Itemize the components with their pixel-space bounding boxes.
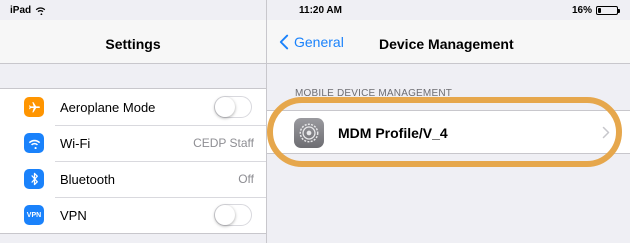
settings-item-label: Aeroplane Mode <box>60 99 156 115</box>
settings-pane: Settings Aeroplane Mode Wi-Fi CEDP Staff <box>0 0 267 243</box>
wifi-icon <box>35 7 46 15</box>
settings-item-label: Bluetooth <box>60 171 115 187</box>
wifi-icon <box>24 133 44 153</box>
battery-nub <box>618 9 620 13</box>
chevron-right-icon <box>602 126 610 139</box>
settings-item-wifi[interactable]: Wi-Fi CEDP Staff <box>0 125 266 161</box>
settings-item-label: VPN <box>60 207 87 223</box>
aeroplane-mode-toggle[interactable] <box>214 96 252 118</box>
detail-header: General Device Management <box>267 20 630 64</box>
mdm-profile-label: MDM Profile/V_4 <box>338 125 448 141</box>
settings-item-vpn[interactable]: VPN VPN <box>0 197 266 233</box>
device-management-pane: General Device Management MOBILE DEVICE … <box>267 0 630 243</box>
battery-level <box>598 8 601 13</box>
settings-item-bluetooth[interactable]: Bluetooth Off <box>0 161 266 197</box>
wifi-network-value: CEDP Staff <box>193 136 254 150</box>
bluetooth-status-value: Off <box>238 172 254 186</box>
settings-item-label: Wi-Fi <box>60 135 91 151</box>
settings-header: Settings <box>0 20 266 64</box>
section-header: MOBILE DEVICE MANAGEMENT <box>295 88 453 99</box>
page-title: Device Management <box>379 36 514 52</box>
settings-title: Settings <box>105 36 161 52</box>
mdm-profile-row[interactable]: MDM Profile/V_4 <box>267 110 630 154</box>
chevron-left-icon <box>279 34 289 50</box>
settings-item-aeroplane-mode[interactable]: Aeroplane Mode <box>0 89 266 125</box>
status-right: 16% <box>571 5 620 16</box>
vpn-toggle[interactable] <box>214 204 252 226</box>
status-bar: iPad 11:20 AM 16% <box>0 0 630 20</box>
vpn-icon: VPN <box>24 205 44 225</box>
settings-list: Aeroplane Mode Wi-Fi CEDP Staff Bluetoot… <box>0 88 266 234</box>
bluetooth-icon <box>24 169 44 189</box>
toggle-knob <box>215 97 235 117</box>
device-label: iPad <box>10 5 32 16</box>
battery-percent: 16% <box>571 5 592 16</box>
back-button[interactable]: General <box>277 34 344 50</box>
airplane-icon <box>24 97 44 117</box>
toggle-knob <box>215 205 235 225</box>
battery-icon <box>596 6 620 15</box>
gear-icon <box>294 118 324 148</box>
status-left: iPad <box>10 5 46 16</box>
back-button-label: General <box>294 34 344 50</box>
status-time: 11:20 AM <box>299 5 342 16</box>
